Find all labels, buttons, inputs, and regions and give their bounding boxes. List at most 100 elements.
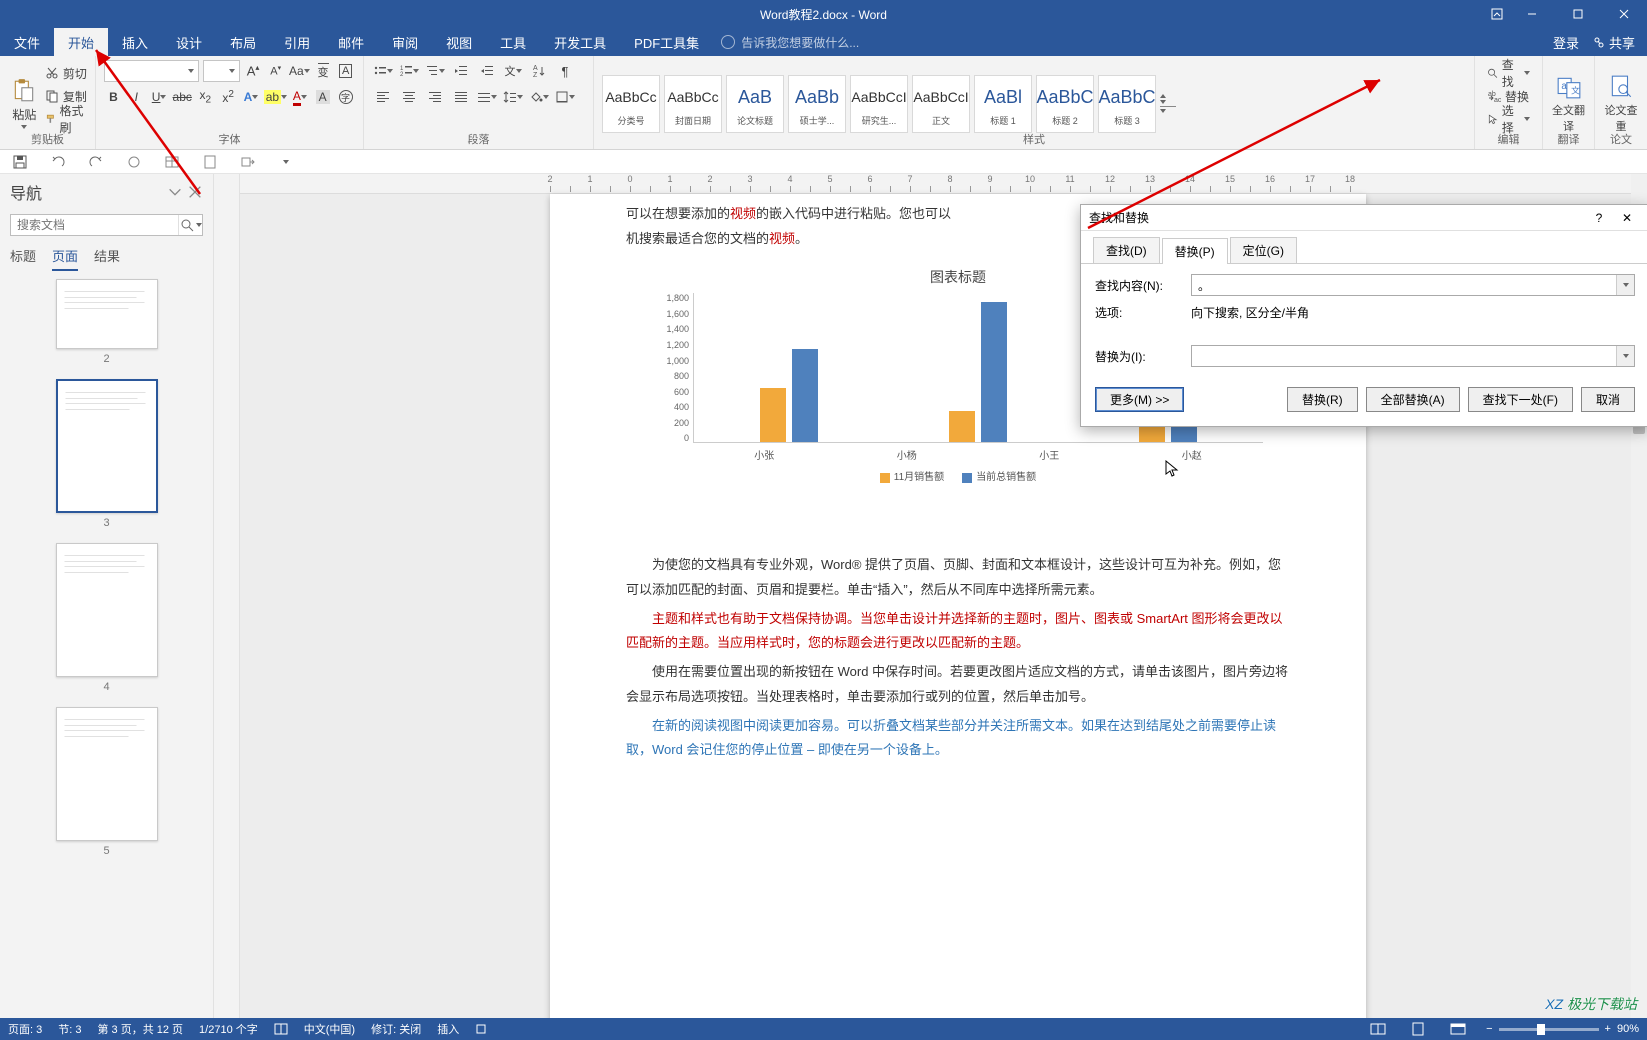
strikethrough-button[interactable]: abc — [173, 86, 192, 108]
tab-references[interactable]: 引用 — [270, 28, 324, 56]
nav-search-button[interactable] — [178, 215, 202, 235]
grow-font-button[interactable]: A▴ — [244, 60, 263, 82]
style-item[interactable]: AaBb硕士学... — [788, 75, 846, 133]
change-case-button[interactable]: Aa — [289, 60, 310, 82]
qat-6-button[interactable] — [196, 152, 224, 172]
font-size-combo[interactable] — [203, 60, 240, 82]
bold-button[interactable]: B — [104, 86, 123, 108]
zoom-value[interactable]: 90% — [1617, 1023, 1639, 1035]
select-button[interactable]: 选择 — [1483, 108, 1534, 130]
style-item[interactable]: AaBbC标题 3 — [1098, 75, 1156, 133]
numbering-button[interactable]: 12 — [398, 60, 420, 82]
zoom-slider[interactable] — [1499, 1028, 1599, 1031]
style-item[interactable]: AaB论文标题 — [726, 75, 784, 133]
nav-tab-headings[interactable]: 标题 — [10, 246, 36, 271]
char-border-button[interactable]: A — [336, 60, 355, 82]
bullets-button[interactable] — [372, 60, 394, 82]
horizontal-ruler[interactable]: 210123456789101112131415161718 — [240, 174, 1647, 194]
save-button[interactable] — [6, 152, 34, 172]
style-item[interactable]: AaBbCcI正文 — [912, 75, 970, 133]
qat-7-button[interactable] — [234, 152, 262, 172]
justify-button[interactable] — [450, 86, 472, 108]
qat-4-button[interactable] — [120, 152, 148, 172]
style-item[interactable]: AaBbCcI研究生... — [850, 75, 908, 133]
tab-view[interactable]: 视图 — [432, 28, 486, 56]
multilevel-list-button[interactable] — [424, 60, 446, 82]
tab-home[interactable]: 开始 — [54, 28, 108, 56]
highlight-button[interactable]: ab — [264, 86, 286, 108]
status-words[interactable]: 1/2710 个字 — [199, 1021, 258, 1037]
tab-pdf[interactable]: PDF工具集 — [620, 28, 713, 56]
text-effects-button[interactable]: A — [242, 86, 261, 108]
login-link[interactable]: 登录 — [1553, 33, 1579, 52]
align-center-button[interactable] — [398, 86, 420, 108]
nav-tab-pages[interactable]: 页面 — [52, 246, 78, 271]
tab-file[interactable]: 文件 — [0, 28, 54, 56]
tab-design[interactable]: 设计 — [162, 28, 216, 56]
borders-button[interactable] — [554, 86, 576, 108]
cancel-button[interactable]: 取消 — [1581, 387, 1635, 412]
align-right-button[interactable] — [424, 86, 446, 108]
web-layout-button[interactable] — [1446, 1020, 1470, 1038]
status-spell[interactable] — [274, 1022, 288, 1036]
distributed-button[interactable] — [476, 86, 498, 108]
tell-me[interactable]: 告诉我您想要做什么... — [721, 28, 859, 56]
read-mode-button[interactable] — [1366, 1020, 1390, 1038]
zoom-in-button[interactable]: + — [1605, 1023, 1611, 1035]
zoom-out-button[interactable]: − — [1486, 1023, 1492, 1035]
undo-button[interactable] — [44, 152, 72, 172]
page-thumbnail[interactable]: ————————————————————————————————————————… — [0, 543, 213, 693]
maximize-button[interactable] — [1555, 0, 1601, 28]
share-button[interactable]: 共享 — [1593, 33, 1635, 52]
nav-search[interactable] — [10, 214, 203, 236]
more-button[interactable]: 更多(M) >> — [1095, 387, 1184, 412]
cut-button[interactable]: 剪切 — [45, 62, 87, 84]
shrink-font-button[interactable]: A▾ — [266, 60, 285, 82]
format-painter-button[interactable]: 格式刷 — [45, 108, 87, 130]
find-what-field[interactable] — [1192, 275, 1616, 295]
status-macro[interactable] — [475, 1023, 487, 1035]
asian-layout-button[interactable]: 文 — [502, 60, 524, 82]
show-marks-button[interactable]: ¶ — [554, 60, 576, 82]
italic-button[interactable]: I — [127, 86, 146, 108]
status-insert[interactable]: 插入 — [437, 1021, 459, 1037]
tab-review[interactable]: 审阅 — [378, 28, 432, 56]
replace-dropdown[interactable] — [1616, 346, 1634, 366]
find-button[interactable]: 查找 — [1483, 62, 1534, 84]
dropdown-icon[interactable] — [167, 184, 183, 200]
phonetic-guide-button[interactable]: 变 — [314, 60, 333, 82]
dialog-help-button[interactable]: ? — [1585, 211, 1613, 225]
status-language[interactable]: 中文(中国) — [304, 1021, 355, 1037]
close-icon[interactable] — [187, 184, 203, 200]
dialog-tab-find[interactable]: 查找(D) — [1093, 237, 1160, 263]
replace-one-button[interactable]: 替换(R) — [1287, 387, 1358, 412]
font-color-button[interactable]: A — [290, 86, 309, 108]
line-spacing-button[interactable] — [502, 86, 524, 108]
style-item[interactable]: AaBbCc封面日期 — [664, 75, 722, 133]
zoom-control[interactable]: − + 90% — [1486, 1023, 1639, 1035]
replace-with-input[interactable] — [1191, 345, 1635, 367]
tab-layout[interactable]: 布局 — [216, 28, 270, 56]
minimize-button[interactable] — [1509, 0, 1555, 28]
replace-all-button[interactable]: 全部替换(A) — [1366, 387, 1460, 412]
print-layout-button[interactable] — [1406, 1020, 1430, 1038]
dialog-close-button[interactable]: ✕ — [1613, 211, 1641, 225]
align-left-button[interactable] — [372, 86, 394, 108]
page-thumbnail[interactable]: ————————————————————————————————————————… — [0, 379, 213, 529]
tab-insert[interactable]: 插入 — [108, 28, 162, 56]
superscript-button[interactable]: x2 — [219, 86, 238, 108]
decrease-indent-button[interactable] — [450, 60, 472, 82]
style-item[interactable]: AaBbCc分类号 — [602, 75, 660, 133]
status-page[interactable]: 页面: 3 — [8, 1021, 42, 1037]
find-dropdown[interactable] — [1616, 275, 1634, 295]
subscript-button[interactable]: x2 — [196, 86, 215, 108]
enclose-chars-button[interactable]: 字 — [336, 86, 355, 108]
tab-tools[interactable]: 工具 — [486, 28, 540, 56]
find-next-button[interactable]: 查找下一处(F) — [1468, 387, 1573, 412]
status-section[interactable]: 节: 3 — [58, 1021, 81, 1037]
nav-search-input[interactable] — [11, 215, 178, 235]
style-item[interactable]: AaBbC标题 2 — [1036, 75, 1094, 133]
styles-more-button[interactable] — [1160, 94, 1176, 113]
tab-mailings[interactable]: 邮件 — [324, 28, 378, 56]
dialog-tab-goto[interactable]: 定位(G) — [1230, 237, 1297, 263]
